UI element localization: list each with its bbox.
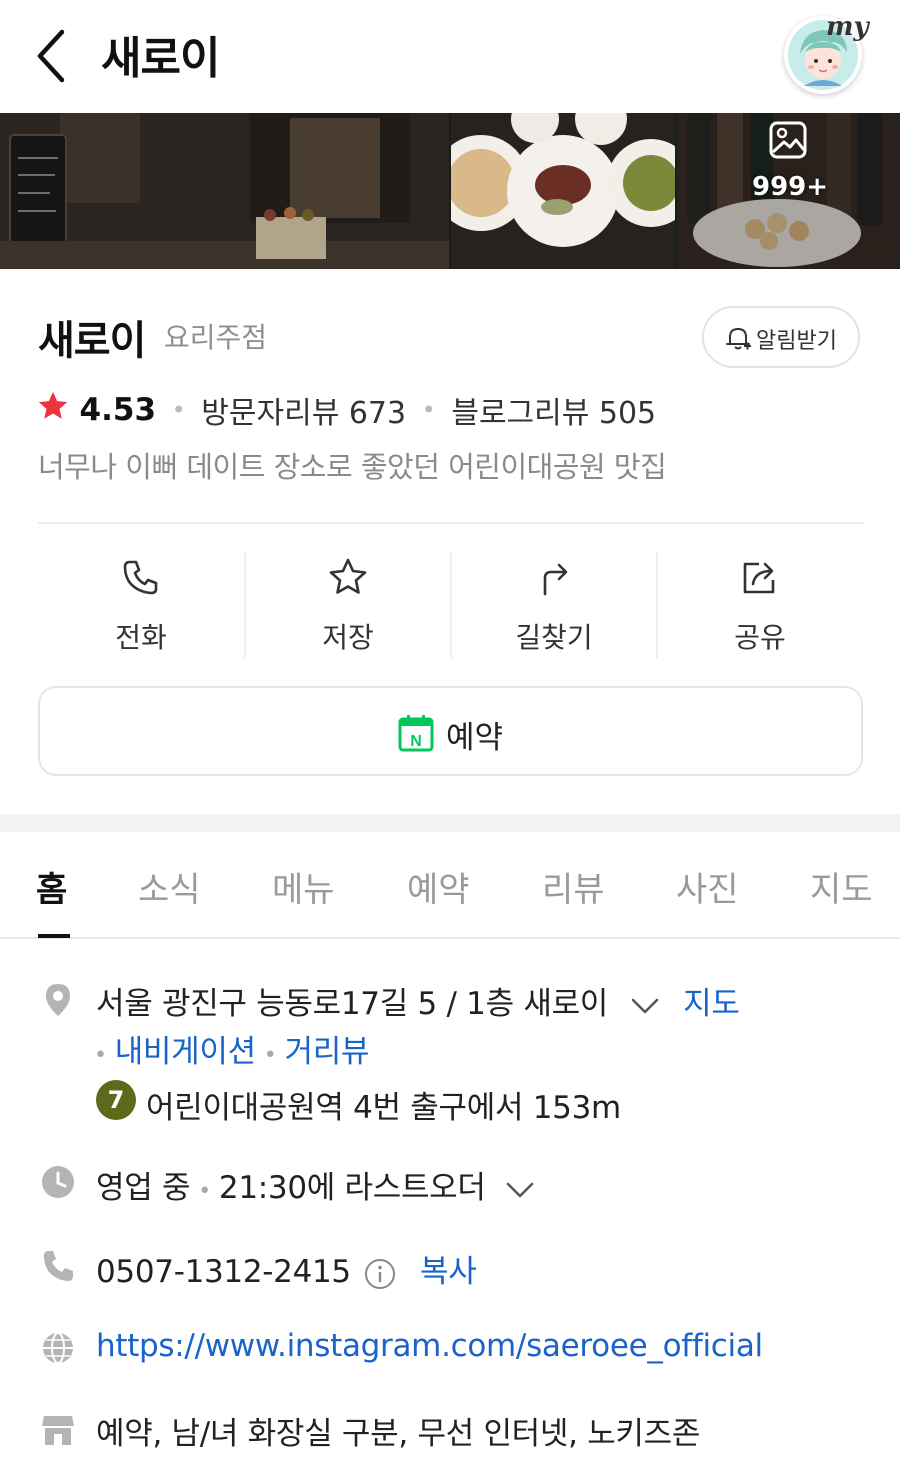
visitor-reviews-link[interactable]: 방문자리뷰 673 [201, 388, 406, 432]
separator-dot: • [198, 1179, 211, 1204]
phone-icon [123, 560, 158, 595]
alert-subscribe-button[interactable]: 알림받기 [702, 306, 860, 368]
back-arrow-icon [37, 29, 65, 83]
back-button[interactable] [28, 24, 80, 88]
subway-line-badge: 7 [96, 1080, 136, 1120]
separator-dot: • [171, 396, 186, 424]
separator-dot: • [263, 1043, 277, 1068]
section-gap [0, 814, 900, 832]
call-label: 전화 [115, 621, 167, 654]
tab-news[interactable]: 소식 [138, 862, 201, 911]
share-button[interactable]: 공유 [657, 552, 863, 658]
rating-row: 4.53 • 방문자리뷰 673 • 블로그리뷰 505 [36, 388, 656, 431]
place-tagline: 너무나 이뻐 데이트 장소로 좋았던 어린이대공원 맛집 [38, 450, 667, 484]
place-name: 새로이 [38, 318, 146, 364]
map-link[interactable]: 지도 [683, 986, 740, 1022]
divider [450, 552, 452, 658]
divider [38, 522, 863, 524]
chevron-down-icon[interactable] [505, 1180, 535, 1200]
directions-icon [543, 563, 568, 596]
directions-label: 길찾기 [515, 621, 593, 654]
alert-label: 알림받기 [756, 329, 837, 354]
chevron-down-icon[interactable] [630, 996, 660, 1016]
amenities-text: 예약, 남/녀 화장실 구분, 무선 인터넷, 노키즈존 [96, 1416, 701, 1452]
share-icon [743, 562, 775, 594]
tab-photos[interactable]: 사진 [676, 862, 739, 911]
call-button[interactable]: 전화 [38, 552, 244, 658]
divider [656, 552, 658, 658]
address-text: 서울 광진구 능동로17길 5 / 1층 새로이 [96, 986, 609, 1022]
phone-row: 0507-1312-2415 복사 [96, 1246, 477, 1291]
blog-reviews-link[interactable]: 블로그리뷰 505 [451, 388, 656, 432]
place-category: 요리주점 [164, 321, 268, 354]
tab-reservation[interactable]: 예약 [407, 862, 470, 911]
address-links: • 내비게이션 • 거리뷰 [94, 1026, 369, 1071]
gallery-icon [769, 121, 807, 159]
separator-dot: • [94, 1043, 107, 1068]
location-pin-icon [46, 984, 70, 1016]
tab-menu[interactable]: 메뉴 [272, 862, 335, 911]
share-label: 공유 [734, 621, 786, 654]
photo-count: 999+ [752, 172, 829, 202]
reserve-label: 예약 [446, 720, 504, 756]
rating-value: 4.53 [79, 392, 157, 428]
active-tab-indicator [38, 934, 70, 938]
save-button[interactable]: 저장 [245, 552, 451, 658]
tab-map[interactable]: 지도 [810, 862, 873, 911]
hours-status: 영업 중 [96, 1170, 191, 1206]
bell-icon [726, 327, 751, 350]
naver-badge: N [410, 733, 422, 750]
star-icon [329, 558, 367, 594]
separator-dot: • [421, 396, 436, 424]
photo-storefront[interactable] [0, 113, 449, 269]
directions-button[interactable]: 길찾기 [451, 552, 657, 658]
top-header: 새로이 my [0, 0, 900, 113]
phone-filled-icon [44, 1251, 73, 1281]
tab-divider [0, 937, 900, 939]
clock-icon [42, 1166, 74, 1198]
hours-detail: 21:30에 라스트오더 [218, 1170, 486, 1206]
divider [244, 552, 246, 658]
copy-phone-link[interactable]: 복사 [420, 1254, 477, 1290]
tab-bar: 홈 소식 메뉴 예약 리뷰 사진 지도 [0, 832, 900, 938]
tab-reviews[interactable]: 리뷰 [542, 862, 605, 911]
website-link[interactable]: https://www.instagram.com/saeroee_offici… [96, 1328, 763, 1364]
store-icon [42, 1416, 74, 1445]
reserve-button[interactable]: N 예약 [38, 686, 863, 776]
info-circle-icon[interactable] [364, 1258, 396, 1290]
star-filled-icon [36, 389, 70, 431]
street-view-link[interactable]: 거리뷰 [284, 1034, 369, 1070]
subway-text: 어린이대공원역 4번 출구에서 153m [146, 1090, 621, 1126]
hours-row[interactable]: 영업 중 • 21:30에 라스트오더 [96, 1162, 535, 1207]
header-title: 새로이 [101, 33, 220, 84]
navigation-link[interactable]: 내비게이션 [115, 1034, 256, 1070]
save-label: 저장 [322, 621, 374, 654]
naver-calendar-icon: N [398, 715, 434, 752]
address-row: 서울 광진구 능동로17길 5 / 1층 새로이 지도 [96, 978, 740, 1023]
photo-food[interactable] [451, 113, 675, 269]
globe-icon [43, 1332, 73, 1364]
my-badge: my [826, 12, 869, 42]
phone-number[interactable]: 0507-1312-2415 [96, 1254, 351, 1290]
tab-home[interactable]: 홈 [36, 862, 67, 911]
